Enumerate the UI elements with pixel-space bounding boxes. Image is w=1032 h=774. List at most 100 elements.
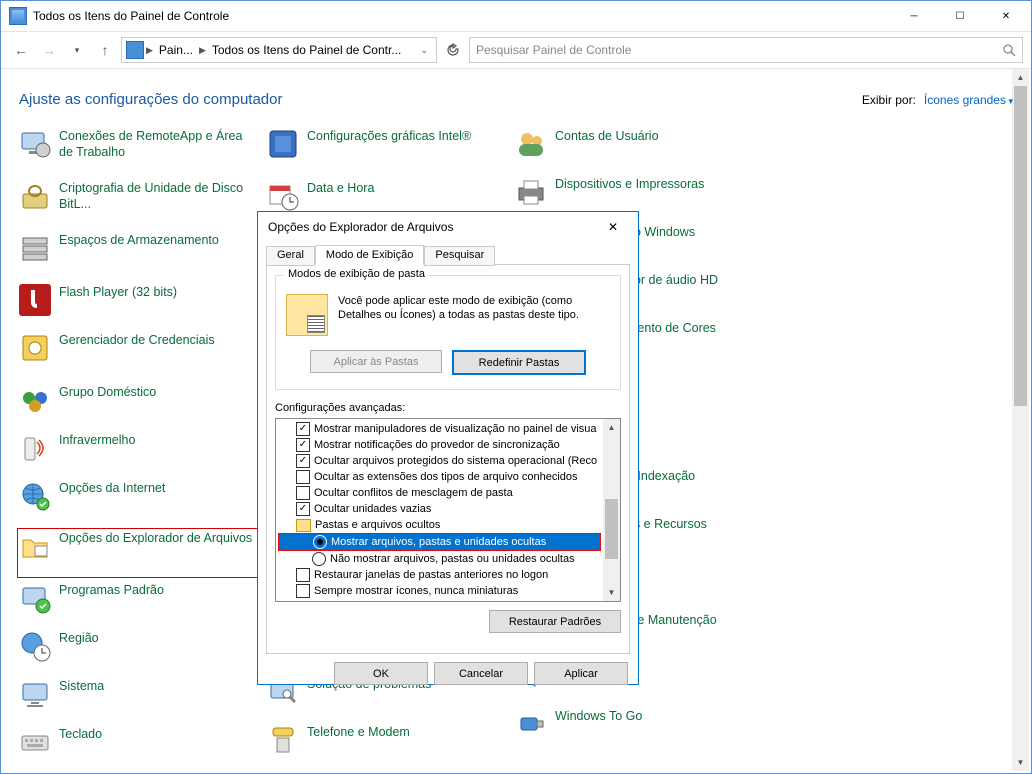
search-icon (1002, 43, 1016, 57)
dialog-title: Opções do Explorador de Arquivos (268, 220, 598, 234)
cp-item-default-programs[interactable]: Programas Padrão (19, 582, 267, 630)
breadcrumb-segment[interactable]: Pain... (155, 43, 197, 57)
cp-item-intel-graphics[interactable]: Configurações gráficas Intel® (267, 128, 515, 180)
viewby-dropdown[interactable]: Ícones grandes (924, 93, 1013, 107)
checkbox-icon[interactable] (296, 568, 310, 582)
breadcrumb[interactable]: ▶ Pain... ▶ Todos os Itens do Painel de … (121, 37, 437, 63)
cp-item-flash[interactable]: Flash Player (32 bits) (19, 284, 267, 332)
tree-item[interactable]: Ocultar unidades vazias (278, 501, 601, 517)
calendar-clock-icon (267, 180, 299, 212)
breadcrumb-segment[interactable]: Todos os Itens do Painel de Contr... (208, 43, 405, 57)
restore-defaults-button[interactable]: Restaurar Padrões (489, 610, 621, 633)
search-placeholder: Pesquisar Painel de Controle (476, 43, 1002, 57)
keyboard-icon (19, 726, 51, 758)
cancel-button[interactable]: Cancelar (434, 662, 528, 685)
tree-item[interactable]: Restaurar janelas de pastas anteriores n… (278, 567, 601, 583)
folder-views-group: Modos de exibição de pasta Você pode apl… (275, 275, 621, 390)
chevron-right-icon[interactable]: ▶ (199, 45, 206, 56)
drives-icon (19, 232, 51, 264)
apply-to-folders-button[interactable]: Aplicar às Pastas (310, 350, 442, 373)
checkbox-icon[interactable] (296, 486, 310, 500)
reset-folders-button[interactable]: Redefinir Pastas (452, 350, 586, 375)
window-title: Todos os Itens do Painel de Controle (33, 9, 891, 23)
programs-icon (19, 582, 51, 614)
scroll-up-button[interactable]: ▲ (603, 419, 620, 436)
maximize-button[interactable]: ☐ (937, 1, 983, 31)
tree-item[interactable]: Não mostrar arquivos, pastas ou unidades… (278, 551, 601, 567)
nav-bar: ← → ▾ ↑ ▶ Pain... ▶ Todos os Itens do Pa… (1, 32, 1031, 69)
usb-icon (515, 708, 547, 740)
ok-button[interactable]: OK (334, 662, 428, 685)
forward-button[interactable]: → (37, 38, 61, 62)
cp-item-infrared[interactable]: Infravermelho (19, 432, 267, 480)
tree-item[interactable]: Ocultar as extensões dos tipos de arquiv… (278, 469, 601, 485)
dialog-title-bar[interactable]: Opções do Explorador de Arquivos ✕ (258, 212, 638, 242)
scroll-thumb[interactable] (605, 499, 618, 559)
folder-options-icon (19, 530, 51, 562)
cp-item-bitlocker[interactable]: Criptografia de Unidade de Disco BitL... (19, 180, 267, 232)
tree-item[interactable]: Mostrar manipuladores de visualização no… (278, 421, 601, 437)
tree-item[interactable]: Sempre mostrar ícones, nunca miniaturas (278, 583, 601, 599)
checkbox-checked-icon[interactable] (296, 438, 310, 452)
monitor-icon (19, 128, 51, 160)
control-panel-icon (126, 41, 144, 59)
up-button[interactable]: ↑ (93, 38, 117, 62)
search-input[interactable]: Pesquisar Painel de Controle (469, 37, 1023, 63)
cp-item-remoteapp[interactable]: Conexões de RemoteApp e Área de Trabalho (19, 128, 267, 180)
tree-item[interactable]: Ocultar arquivos protegidos do sistema o… (278, 453, 601, 469)
tab-view[interactable]: Modo de Exibição (315, 245, 424, 265)
scroll-down-button[interactable]: ▼ (603, 584, 620, 601)
cp-item-region[interactable]: Região (19, 630, 267, 678)
folder-views-icon (286, 294, 328, 336)
tab-search[interactable]: Pesquisar (424, 246, 495, 266)
tree-item[interactable]: Ocultar conflitos de mesclagem de pasta (278, 485, 601, 501)
advanced-settings-tree[interactable]: Mostrar manipuladores de visualização no… (275, 418, 621, 602)
minimize-button[interactable]: ─ (891, 1, 937, 31)
control-panel-icon (9, 7, 27, 25)
system-icon (19, 678, 51, 710)
advanced-settings-label: Configurações avançadas: (275, 402, 621, 414)
groupbox-title: Modos de exibição de pasta (284, 268, 429, 280)
close-button[interactable]: ✕ (983, 1, 1029, 31)
tree-item[interactable]: Mostrar notificações do provedor de sinc… (278, 437, 601, 453)
cp-item-user-accounts[interactable]: Contas de Usuário (515, 128, 763, 176)
cp-item-homegroup[interactable]: Grupo Doméstico (19, 384, 267, 432)
checkbox-icon[interactable] (296, 584, 310, 598)
safe-icon (19, 332, 51, 364)
group-description: Você pode aplicar este modo de exibição … (338, 294, 579, 336)
dialog-close-button[interactable]: ✕ (598, 212, 628, 242)
cp-item-keyboard[interactable]: Teclado (19, 726, 267, 773)
back-button[interactable]: ← (9, 38, 33, 62)
tree-folder[interactable]: Pastas e arquivos ocultos (278, 517, 601, 533)
cp-item-storage-spaces[interactable]: Espaços de Armazenamento (19, 232, 267, 284)
intel-icon (267, 128, 299, 160)
refresh-button[interactable] (441, 38, 465, 62)
infrared-icon (19, 432, 51, 464)
printer-icon (515, 176, 547, 208)
cp-item-phone-modem[interactable]: Telefone e Modem (267, 724, 515, 772)
radio-icon[interactable] (312, 552, 326, 566)
lock-drive-icon (19, 180, 51, 212)
tab-strip: Geral Modo de Exibição Pesquisar (266, 244, 630, 264)
breadcrumb-dropdown[interactable]: ⌄ (416, 45, 432, 56)
checkbox-checked-icon[interactable] (296, 422, 310, 436)
checkbox-checked-icon[interactable] (296, 502, 310, 516)
highlight-box: Opções do Explorador de Arquivos (17, 528, 267, 578)
tree-item-selected[interactable]: Mostrar arquivos, pastas e unidades ocul… (278, 533, 601, 551)
radio-checked-icon[interactable] (313, 535, 327, 549)
internet-icon (19, 480, 51, 512)
cp-item-credentials[interactable]: Gerenciador de Credenciais (19, 332, 267, 384)
recent-dropdown[interactable]: ▾ (65, 38, 89, 62)
tab-general[interactable]: Geral (266, 246, 315, 266)
flash-icon (19, 284, 51, 316)
cp-item-folder-options[interactable]: Opções do Explorador de Arquivos (19, 530, 265, 576)
cp-item-internet-options[interactable]: Opções da Internet (19, 480, 267, 528)
checkbox-icon[interactable] (296, 470, 310, 484)
folder-options-dialog: Opções do Explorador de Arquivos ✕ Geral… (257, 211, 639, 685)
checkbox-checked-icon[interactable] (296, 454, 310, 468)
chevron-right-icon[interactable]: ▶ (146, 45, 153, 56)
tree-scrollbar[interactable]: ▲ ▼ (603, 419, 620, 601)
cp-item-windows-to-go[interactable]: Windows To Go (515, 708, 763, 756)
cp-item-system[interactable]: Sistema (19, 678, 267, 726)
apply-button[interactable]: Aplicar (534, 662, 628, 685)
